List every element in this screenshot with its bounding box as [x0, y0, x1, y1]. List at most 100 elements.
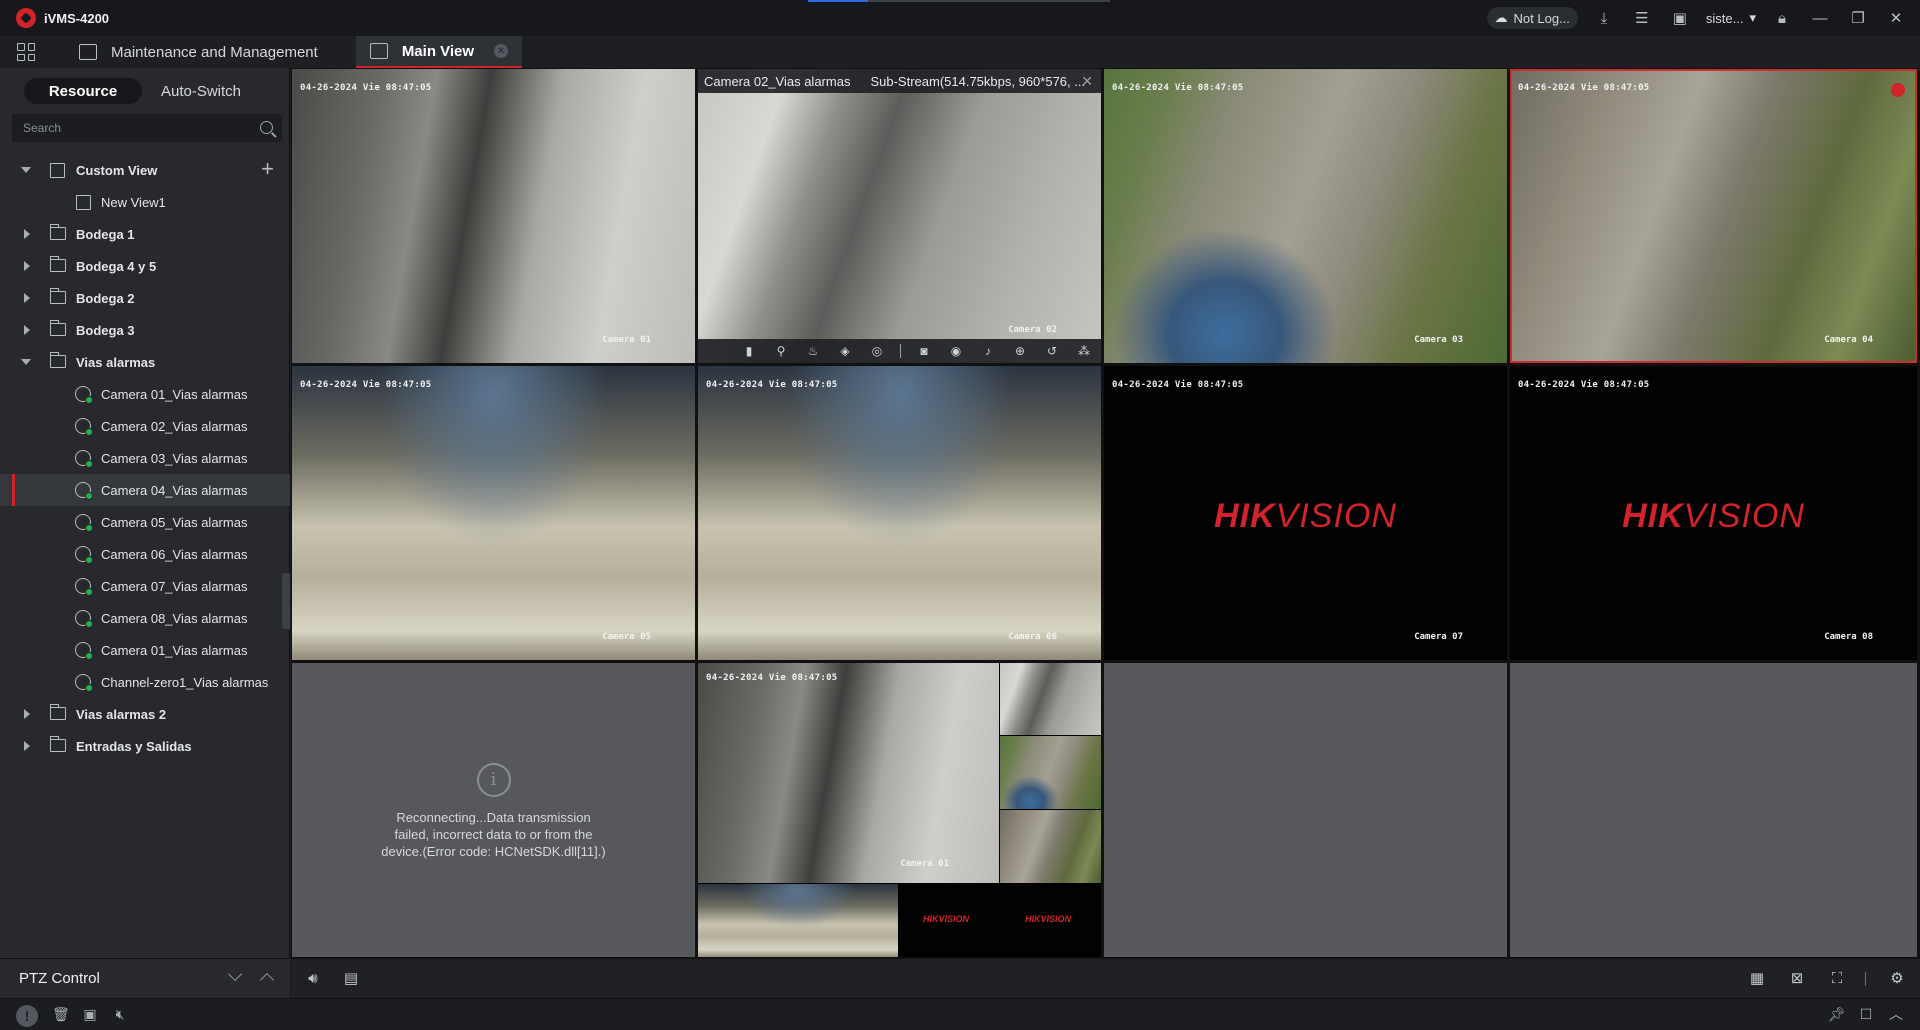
segment-auto-switch[interactable]: Auto-Switch	[142, 78, 260, 104]
collapse-caret-icon[interactable]	[24, 325, 30, 335]
user-menu[interactable]: siste... ▾	[1706, 10, 1756, 26]
tree-node-camera[interactable]: Camera 06_Vias alarmas	[0, 538, 290, 570]
bookmark-icon[interactable]: ▮	[740, 342, 758, 360]
osd-camera-name: Camera 01	[900, 859, 949, 869]
video-tile-error[interactable]: i Reconnecting...Data transmission faile…	[292, 663, 695, 957]
warning-icon[interactable]: !	[16, 1005, 38, 1027]
video-tile-camera-05[interactable]: 04-26-2024 Vie 08:47:05 Camera 05	[292, 366, 695, 660]
tree-node-camera[interactable]: Camera 01_Vias alarmas	[0, 378, 290, 410]
search-icon[interactable]	[260, 121, 273, 134]
tree-node-folder[interactable]: Bodega 1	[0, 218, 290, 250]
image-icon[interactable]: ▣	[1668, 6, 1692, 30]
download-icon[interactable]: ⤓	[1592, 6, 1616, 30]
restore-icon[interactable]: ❐	[1846, 6, 1870, 30]
tree-node-label: Camera 05_Vias alarmas	[101, 514, 248, 530]
tree-node-camera[interactable]: Camera 08_Vias alarmas	[0, 602, 290, 634]
collapse-caret-icon[interactable]	[24, 229, 30, 239]
zoom-icon[interactable]: ⊕	[1011, 342, 1029, 360]
pin-icon[interactable]: 📌︎	[1828, 1006, 1846, 1022]
delete-icon[interactable]: 🗑︎	[52, 1006, 70, 1022]
tree-node-camera-selected[interactable]: Camera 04_Vias alarmas	[0, 474, 290, 506]
volume-icon[interactable]: 🔊︎	[303, 969, 323, 989]
video-tile-camera-07[interactable]: 04-26-2024 Vie 08:47:05 HIKVISION Camera…	[1104, 366, 1507, 660]
layout-icon[interactable]: ▦	[1747, 969, 1767, 989]
ptz-control-bar[interactable]: PTZ Control	[0, 958, 290, 998]
tab-close-icon[interactable]: ×	[494, 44, 509, 58]
tree-node-camera[interactable]: Camera 07_Vias alarmas	[0, 570, 290, 602]
add-view-icon[interactable]: +	[261, 158, 274, 180]
close-icon[interactable]: ✕	[1081, 73, 1093, 90]
ptz-icon[interactable]: ⚲	[772, 342, 790, 360]
segment-resource[interactable]: Resource	[24, 78, 142, 104]
collapse-caret-icon[interactable]	[24, 741, 30, 751]
panel-collapse-handle[interactable]	[282, 573, 290, 629]
snapshot-icon[interactable]: ▣	[82, 1006, 98, 1022]
record-all-icon[interactable]: ▤	[341, 969, 361, 989]
tree-node-folder[interactable]: Vias alarmas	[0, 346, 290, 378]
audio-icon[interactable]: ♪	[979, 342, 997, 360]
video-tile-empty[interactable]	[1510, 663, 1917, 957]
fire-icon[interactable]: ♨	[804, 342, 822, 360]
task-list-icon[interactable]: ☰	[1630, 6, 1654, 30]
video-tile-channel-zero[interactable]: 04-26-2024 Vie 08:47:05 Camera 01 HIKVIS…	[698, 663, 1101, 957]
channel-zero-subview	[698, 884, 898, 957]
tree-node-camera[interactable]: Camera 03_Vias alarmas	[0, 442, 290, 474]
chevron-down-icon[interactable]	[227, 966, 243, 982]
folder-icon	[50, 224, 66, 240]
tree-node-label: Bodega 3	[76, 322, 135, 338]
close-icon[interactable]: ✕	[1884, 6, 1908, 30]
tree-node-camera[interactable]: Camera 02_Vias alarmas	[0, 410, 290, 442]
folder-icon	[50, 704, 66, 720]
video-tile-camera-03[interactable]: 04-26-2024 Vie 08:47:05 Camera 03	[1104, 69, 1507, 363]
fullscreen-icon[interactable]: ⛶	[1827, 969, 1847, 989]
expand-caret-icon[interactable]	[21, 359, 31, 365]
tree-node-folder[interactable]: Bodega 3	[0, 314, 290, 346]
expand-caret-icon[interactable]	[21, 167, 31, 173]
tree-node-view[interactable]: New View1	[0, 186, 290, 218]
camera-online-icon	[75, 610, 93, 628]
tree-node-folder[interactable]: Vias alarmas 2	[0, 698, 290, 730]
tree-node-custom-view[interactable]: Custom View +	[0, 154, 290, 186]
resource-search-input[interactable]: Search	[12, 114, 282, 142]
capture-icon[interactable]: ◙	[915, 342, 933, 360]
tree-node-folder[interactable]: Bodega 4 y 5	[0, 250, 290, 282]
window-icon[interactable]: ☐	[1858, 1006, 1874, 1022]
lock-icon[interactable]: 🔒︎	[1770, 6, 1794, 30]
tree-node-label: Camera 06_Vias alarmas	[101, 546, 248, 562]
video-tile-camera-06[interactable]: 04-26-2024 Vie 08:47:05 Camera 06	[698, 366, 1101, 660]
speed-dome-icon[interactable]: ◎	[868, 342, 886, 360]
tab-maintenance[interactable]: Maintenance and Management	[65, 36, 332, 68]
alarm-icon[interactable]: ◈	[836, 342, 854, 360]
tree-node-channel-zero[interactable]: Channel-zero1_Vias alarmas	[0, 666, 290, 698]
expand-up-icon[interactable]: ︿	[1888, 1006, 1904, 1022]
tree-node-folder[interactable]: Entradas y Salidas	[0, 730, 290, 762]
module-grid-icon[interactable]	[17, 43, 35, 61]
hikvision-logo-hik: HIK	[1214, 497, 1276, 535]
video-tile-camera-04[interactable]: 04-26-2024 Vie 08:47:05 Camera 04	[1510, 69, 1917, 363]
minimize-icon[interactable]: —	[1808, 6, 1832, 30]
mute-icon[interactable]: 🔇︎	[112, 1006, 128, 1022]
video-tile-camera-08[interactable]: 04-26-2024 Vie 08:47:05 HIKVISION Camera…	[1510, 366, 1917, 660]
tree-node-camera[interactable]: Camera 01_Vias alarmas	[0, 634, 290, 666]
more-icon[interactable]: ⁂	[1075, 342, 1093, 360]
osd-timestamp: 04-26-2024 Vie 08:47:05	[1518, 83, 1650, 93]
cloud-login-status[interactable]: ☁ Not Log...	[1486, 7, 1578, 29]
camera-online-icon	[75, 482, 93, 500]
osd-timestamp: 04-26-2024 Vie 08:47:05	[706, 380, 838, 390]
video-tile-empty[interactable]	[1104, 663, 1507, 957]
playback-icon[interactable]: ↺	[1043, 342, 1061, 360]
tree-node-label: Camera 07_Vias alarmas	[101, 578, 248, 594]
close-all-icon[interactable]: ⊠	[1787, 969, 1807, 989]
collapse-caret-icon[interactable]	[24, 261, 30, 271]
tree-node-camera[interactable]: Camera 05_Vias alarmas	[0, 506, 290, 538]
osd-camera-name: Camera 03	[1414, 335, 1463, 345]
record-icon[interactable]: ◉	[947, 342, 965, 360]
tab-main-view[interactable]: Main View ×	[355, 36, 523, 68]
tree-node-folder[interactable]: Bodega 2	[0, 282, 290, 314]
collapse-caret-icon[interactable]	[24, 293, 30, 303]
settings-icon[interactable]: ⚙	[1887, 969, 1907, 989]
collapse-caret-icon[interactable]	[24, 709, 30, 719]
video-tile-camera-02[interactable]: Camera 02_Vias alarmas Sub-Stream(514.75…	[698, 69, 1101, 363]
video-tile-camera-01[interactable]: 04-26-2024 Vie 08:47:05 Camera 01	[292, 69, 695, 363]
chevron-up-icon[interactable]	[259, 972, 275, 988]
